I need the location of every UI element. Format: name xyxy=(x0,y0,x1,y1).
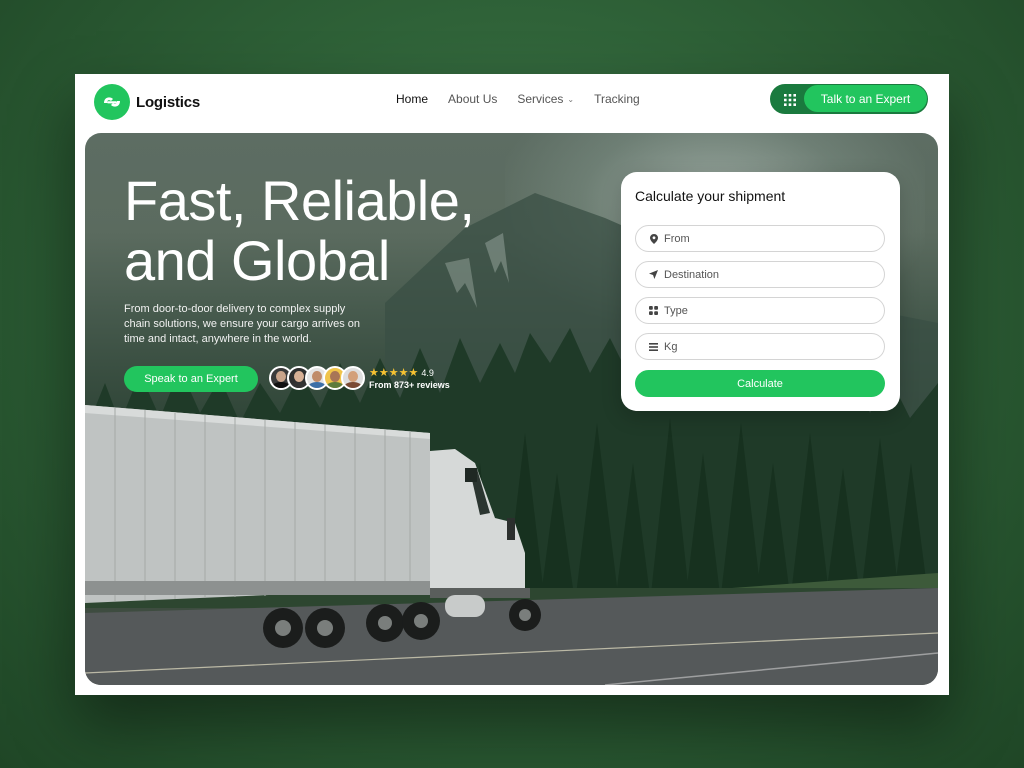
weight-icon xyxy=(649,342,658,352)
calculate-button[interactable]: Calculate xyxy=(635,370,885,397)
nav-item-about-us[interactable]: About Us xyxy=(448,92,497,106)
type-field[interactable] xyxy=(635,297,885,324)
grid-icon[interactable] xyxy=(784,93,796,106)
hero-title-line-2: and Global xyxy=(124,229,390,292)
hero-title-line-1: Fast, Reliable, xyxy=(124,169,475,232)
talk-to-expert-button[interactable]: Talk to an Expert xyxy=(804,85,927,112)
logo[interactable]: Logistics xyxy=(94,84,200,120)
type-input[interactable] xyxy=(664,304,864,317)
from-input[interactable] xyxy=(664,232,864,245)
top-nav: Logistics Home About Us Services ⌄ Track… xyxy=(75,74,949,132)
calculator-title: Calculate your shipment xyxy=(635,188,786,204)
grid-icon xyxy=(649,306,658,316)
star-rating: ★★★★★ 4.9 xyxy=(369,366,450,379)
rating-block: ★★★★★ 4.9 From 873+ reviews xyxy=(369,366,450,390)
location-pin-icon xyxy=(649,233,658,244)
logo-icon xyxy=(94,84,130,120)
reviewer-avatars xyxy=(269,366,365,390)
star-icon: ★★★★★ xyxy=(369,367,419,379)
destination-input[interactable] xyxy=(664,268,864,281)
from-field[interactable] xyxy=(635,225,885,252)
nav-item-services-label: Services xyxy=(517,92,564,106)
destination-field[interactable] xyxy=(635,261,885,288)
speak-to-expert-button[interactable]: Speak to an Expert xyxy=(124,366,258,392)
rating-score: 4.9 xyxy=(421,368,434,378)
hero-title: Fast, Reliable, and Global xyxy=(124,169,475,292)
avatar xyxy=(341,366,365,390)
main-menu: Home About Us Services ⌄ Tracking xyxy=(396,92,640,106)
nav-item-tracking[interactable]: Tracking xyxy=(594,92,640,106)
logo-text: Logistics xyxy=(136,93,201,111)
review-count: From 873+ reviews xyxy=(369,380,450,390)
hero-section: Fast, Reliable, and Global From door-to-… xyxy=(85,133,938,685)
weight-input[interactable] xyxy=(664,340,864,353)
talk-to-expert-container: Talk to an Expert xyxy=(770,84,928,114)
weight-field[interactable] xyxy=(635,333,885,360)
nav-item-services[interactable]: Services ⌄ xyxy=(517,92,574,106)
navigation-arrow-icon xyxy=(649,270,658,280)
chevron-down-icon: ⌄ xyxy=(567,94,575,104)
nav-item-home[interactable]: Home xyxy=(396,92,428,106)
hero-subtitle: From door-to-door delivery to complex su… xyxy=(124,303,361,345)
page-frame: Logistics Home About Us Services ⌄ Track… xyxy=(75,74,949,695)
shipment-calculator-card: Calculate your shipment From Destination… xyxy=(621,172,900,411)
